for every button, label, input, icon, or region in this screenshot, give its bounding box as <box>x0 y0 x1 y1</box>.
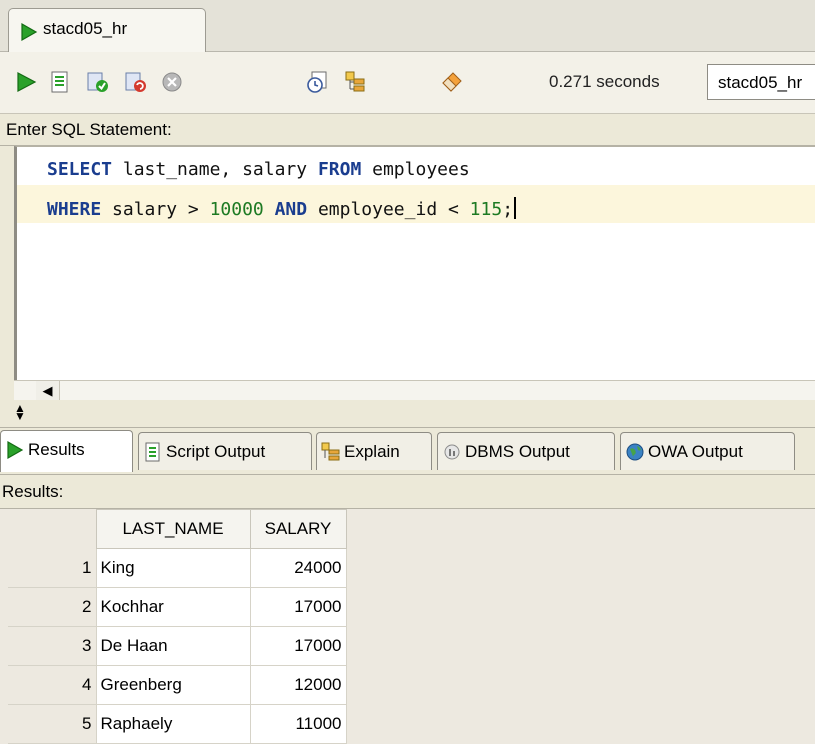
tab-dbms-output-label: DBMS Output <box>465 442 570 461</box>
grid-header-row: LAST_NAME SALARY <box>8 509 347 549</box>
keyword-from: FROM <box>317 159 362 180</box>
tab-dbms-output[interactable]: DBMS Output <box>437 432 615 470</box>
row-number: 5 <box>8 704 96 744</box>
commit-icon[interactable] <box>86 70 110 94</box>
run-statement-icon[interactable] <box>14 70 38 94</box>
editor-results-splitter[interactable]: ▲ ▼ <box>0 400 815 428</box>
row-number: 3 <box>8 626 96 666</box>
results-grid: LAST_NAME SALARY 1 King 24000 2 Kochhar … <box>8 509 347 744</box>
run-script-icon[interactable] <box>48 70 72 94</box>
keyword-select: SELECT <box>47 159 113 180</box>
text-caret <box>514 197 517 219</box>
cell-salary[interactable]: 17000 <box>249 587 347 627</box>
cell-last-name[interactable]: De Haan <box>95 626 251 666</box>
worksheet-tab-strip: stacd05_hr <box>0 0 815 52</box>
tab-explain[interactable]: Explain <box>316 432 432 470</box>
result-tabs: Results Script Output Explain DBMS Outpu… <box>0 428 815 474</box>
sql-history-icon[interactable] <box>306 70 330 94</box>
explain-plan-icon <box>321 442 340 461</box>
connection-tab-label: stacd05_hr <box>43 19 128 38</box>
tab-owa-output-label: OWA Output <box>648 442 743 461</box>
splitter-arrows-icon[interactable]: ▲ ▼ <box>14 402 26 422</box>
table-row[interactable]: 4 Greenberg 12000 <box>8 665 347 705</box>
rollback-icon[interactable] <box>124 70 148 94</box>
cell-last-name[interactable]: Kochhar <box>95 587 251 627</box>
cell-salary[interactable]: 12000 <box>249 665 347 705</box>
cancel-icon[interactable] <box>160 70 184 94</box>
tab-owa-output[interactable]: OWA Output <box>620 432 795 470</box>
column-header-salary[interactable]: SALARY <box>249 509 347 549</box>
numeric-literal: 115 <box>469 199 503 220</box>
column-header-last-name[interactable]: LAST_NAME <box>95 509 251 549</box>
code-text: salary > <box>101 199 210 220</box>
code-text: employees <box>361 159 470 180</box>
row-number: 2 <box>8 587 96 627</box>
execute-explain-plan-icon[interactable] <box>344 70 368 94</box>
cell-salary[interactable]: 24000 <box>249 548 347 588</box>
cell-last-name[interactable]: Greenberg <box>95 665 251 705</box>
code-text: ; <box>502 199 514 220</box>
cell-last-name[interactable]: King <box>95 548 251 588</box>
keyword-where: WHERE <box>47 199 102 220</box>
editor-line-1[interactable]: SELECT last_name, salary FROM employees <box>17 147 815 185</box>
row-number: 4 <box>8 665 96 705</box>
sql-statement-label: Enter SQL Statement: <box>6 120 172 139</box>
sql-editor[interactable]: SELECT last_name, salary FROM employees … <box>14 146 815 400</box>
table-row[interactable]: 2 Kochhar 17000 <box>8 587 347 627</box>
cell-last-name[interactable]: Raphaely <box>95 704 251 744</box>
play-triangle-icon <box>21 22 38 42</box>
table-row[interactable]: 5 Raphaely 11000 <box>8 704 347 744</box>
tab-script-output[interactable]: Script Output <box>138 432 312 470</box>
cell-salary[interactable]: 17000 <box>249 626 347 666</box>
play-triangle-icon <box>7 440 24 460</box>
dbms-output-icon <box>444 444 460 460</box>
numeric-literal: 10000 <box>209 199 264 220</box>
tab-script-output-label: Script Output <box>166 442 266 461</box>
table-row[interactable]: 1 King 24000 <box>8 548 347 588</box>
connection-select[interactable]: stacd05_hr <box>707 64 815 100</box>
results-header: Results: <box>0 474 815 508</box>
connection-tab[interactable]: stacd05_hr <box>8 8 206 52</box>
code-text: employee_id < <box>307 199 470 220</box>
globe-icon <box>626 443 644 461</box>
editor-horizontal-scrollbar[interactable]: ◀ <box>14 380 815 401</box>
editor-line-2[interactable]: WHERE salary > 10000 AND employee_id < 1… <box>17 185 815 223</box>
tab-explain-label: Explain <box>344 442 400 461</box>
code-text: last_name, salary <box>112 159 318 180</box>
tab-results-label: Results <box>28 440 85 459</box>
keyword-and: AND <box>274 199 308 220</box>
clear-eraser-icon[interactable] <box>440 70 464 94</box>
results-label: Results: <box>2 482 64 501</box>
table-row[interactable]: 3 De Haan 17000 <box>8 626 347 666</box>
tab-results[interactable]: Results <box>0 430 133 472</box>
cell-salary[interactable]: 11000 <box>249 704 347 744</box>
sql-statement-header: Enter SQL Statement: <box>0 114 815 146</box>
execution-time: 0.271 seconds <box>549 72 660 91</box>
scroll-left-arrow-icon[interactable]: ◀ <box>36 381 60 401</box>
script-output-icon <box>145 442 160 462</box>
results-grid-area: LAST_NAME SALARY 1 King 24000 2 Kochhar … <box>0 508 815 744</box>
worksheet-toolbar: 0.271 seconds stacd05_hr <box>0 52 815 114</box>
row-number: 1 <box>8 548 96 588</box>
row-number-header <box>8 509 96 549</box>
